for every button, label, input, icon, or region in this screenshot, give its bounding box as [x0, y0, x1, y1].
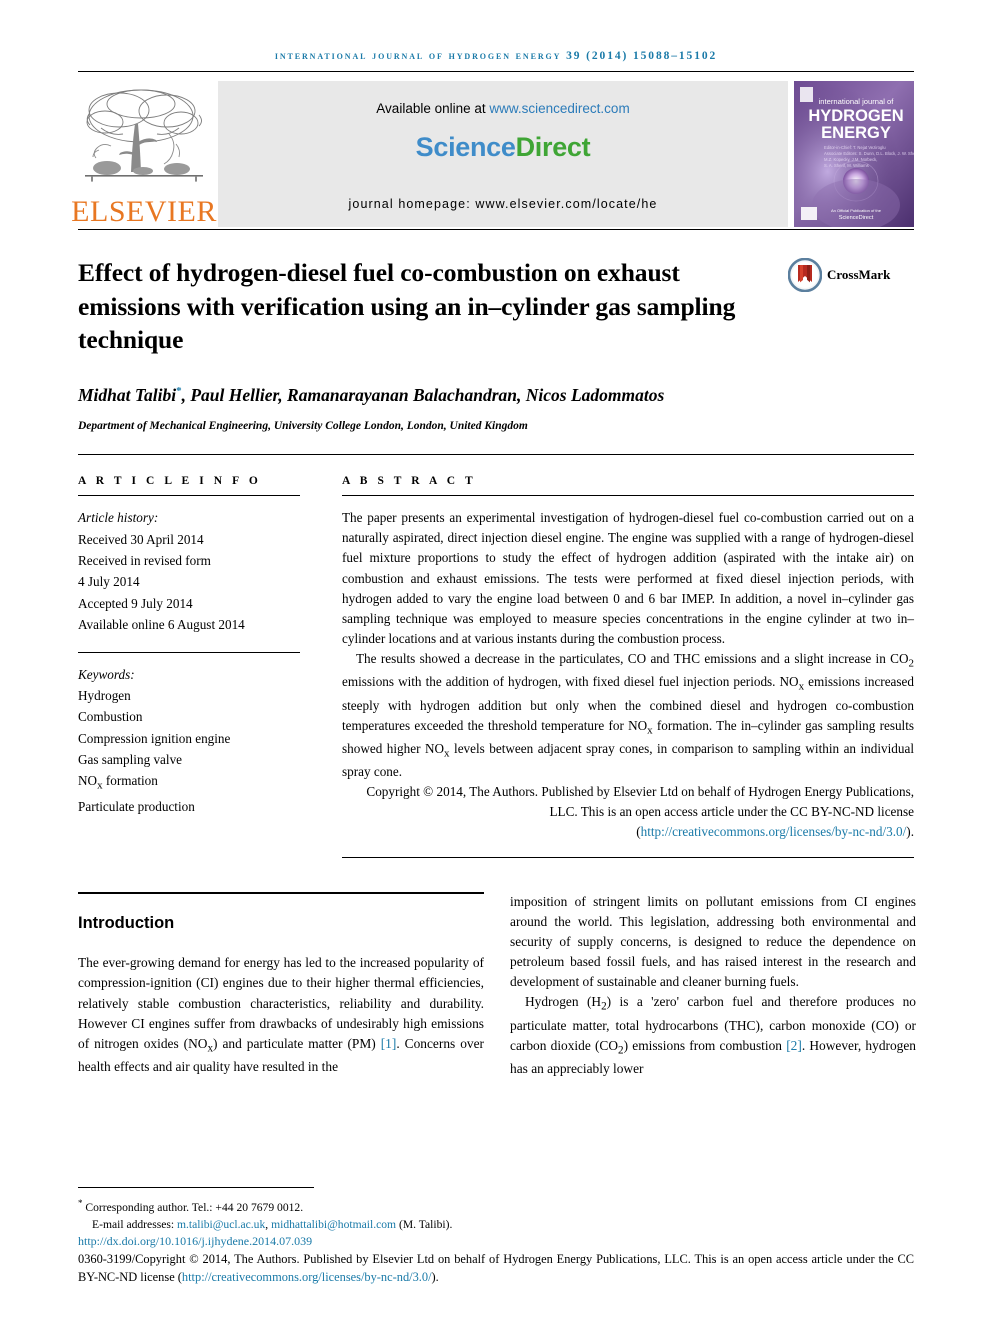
- elsevier-logo: ELSEVIER: [71, 81, 216, 227]
- intro-right-paragraph-2: Hydrogen (H2) is a 'zero' carbon fuel an…: [510, 992, 916, 1079]
- journal-masthead: ELSEVIER Available online at www.science…: [71, 81, 914, 227]
- keyword-item: Combustion: [78, 709, 143, 725]
- history-item: Received in revised form: [78, 553, 211, 569]
- keywords-list: Keywords: Hydrogen Combustion Compressio…: [78, 664, 300, 818]
- sciencedirect-wordmark-direct: Direct: [515, 132, 591, 162]
- sciencedirect-wordmark: ScienceDirect: [416, 132, 591, 163]
- sciencedirect-url-link[interactable]: www.sciencedirect.com: [489, 101, 629, 116]
- available-online-label: Available online at: [376, 101, 490, 116]
- abstract-p2-text: The results showed a decrease in the par…: [342, 650, 914, 780]
- corresponding-author-text: Corresponding author. Tel.: +44 20 7679 …: [82, 1200, 304, 1214]
- masthead-divider: [78, 229, 914, 230]
- author-first: Midhat Talibi: [78, 384, 177, 405]
- issn-cc-license-link[interactable]: http://creativecommons.org/licenses/by-n…: [182, 1270, 432, 1284]
- svg-text:HYDROGEN: HYDROGEN: [808, 107, 903, 125]
- doi-link[interactable]: http://dx.doi.org/10.1016/j.ijhydene.201…: [78, 1234, 914, 1249]
- email-suffix: (M. Talibi).: [396, 1217, 453, 1231]
- header-divider: [78, 71, 914, 72]
- crossmark-badge[interactable]: CrossMark: [788, 258, 914, 292]
- journal-cover-thumbnail: international journal of HYDROGEN ENERGY…: [794, 81, 914, 227]
- info-abstract-section: A R T I C L E I N F O Article history: R…: [78, 475, 914, 858]
- intro-left-paragraph: The ever-growing demand for energy has l…: [78, 953, 484, 1077]
- citation-link-2[interactable]: [2]: [786, 1038, 802, 1053]
- footnote-rule: [78, 1186, 314, 1188]
- issn-copyright-line: 0360-3199/Copyright © 2014, The Authors.…: [78, 1251, 914, 1287]
- issn-text-b: ).: [431, 1270, 439, 1285]
- affiliation: Department of Mechanical Engineering, Un…: [78, 420, 528, 433]
- crossmark-icon: [788, 258, 822, 292]
- body-column-left: Introduction The ever-growing demand for…: [78, 891, 484, 1080]
- email-link-secondary[interactable]: midhattalibi@hotmail.com: [271, 1218, 396, 1231]
- svg-text:ScienceDirect: ScienceDirect: [839, 215, 874, 221]
- crossmark-label: CrossMark: [827, 267, 891, 282]
- introduction-rule: [78, 891, 484, 894]
- journal-homepage-text: journal homepage: www.elsevier.com/locat…: [348, 197, 658, 211]
- abstract-copyright: Copyright © 2014, The Authors. Published…: [342, 782, 914, 842]
- sciencedirect-wordmark-science: Science: [415, 132, 516, 162]
- keyword-item: Particulate production: [78, 798, 195, 814]
- article-history-label: Article history:: [78, 510, 159, 526]
- email-link-primary[interactable]: m.talibi@ucl.ac.uk: [177, 1218, 265, 1231]
- journal-cover-image: international journal of HYDROGEN ENERGY…: [794, 81, 914, 227]
- copyright-end: ).: [906, 824, 914, 840]
- svg-text:An Official Publication of the: An Official Publication of the: [831, 208, 882, 213]
- history-item: Received 30 April 2014: [78, 531, 204, 547]
- page-title: Effect of hydrogen-diesel fuel co-combus…: [78, 258, 736, 355]
- article-info-heading: A R T I C L E I N F O: [78, 475, 262, 488]
- history-item: Accepted 9 July 2014: [78, 595, 193, 611]
- title-block: Effect of hydrogen-diesel fuel co-combus…: [78, 256, 914, 432]
- cc-license-link[interactable]: http://creativecommons.org/licenses/by-n…: [641, 824, 907, 839]
- elsevier-wordmark: ELSEVIER: [71, 195, 217, 228]
- abstract-paragraph-2: The results showed a decrease in the par…: [342, 649, 914, 783]
- abstract-column: A B S T R A C T The paper presents an ex…: [342, 475, 914, 858]
- corresponding-author-note: * Corresponding author. Tel.: +44 20 767…: [78, 1197, 914, 1216]
- abstract-body: The paper presents an experimental inves…: [342, 508, 914, 842]
- available-online-text: Available online at www.sciencedirect.co…: [376, 101, 629, 116]
- abstract-end-rule: [342, 856, 914, 858]
- svg-text:ENERGY: ENERGY: [821, 124, 891, 142]
- svg-text:Associate Editors: S. Dunn, D: Associate Editors: S. Dunn, D.L. Block, …: [824, 151, 914, 156]
- elsevier-tree-icon: [85, 89, 203, 182]
- article-body: Introduction The ever-growing demand for…: [78, 891, 916, 1080]
- article-page: International Journal of Hydrogen Energy…: [0, 0, 992, 1323]
- sciencedirect-banner: Available online at www.sciencedirect.co…: [218, 81, 788, 227]
- running-head: International Journal of Hydrogen Energy…: [274, 50, 718, 62]
- svg-text:S. A. Sherif, M. Williams: S. A. Sherif, M. Williams: [824, 163, 869, 168]
- history-item: 4 July 2014: [78, 574, 140, 590]
- body-column-right: imposition of stringent limits on pollut…: [510, 892, 916, 1080]
- svg-text:international journal of: international journal of: [819, 97, 895, 106]
- keywords-rule: [78, 651, 300, 653]
- email-note: E-mail addresses: m.talibi@ucl.ac.uk, mi…: [78, 1216, 914, 1233]
- history-item: Available online 6 August 2014: [78, 617, 245, 633]
- svg-text:Editor-in-Chief: T. Nejat Vez: Editor-in-Chief: T. Nejat Veziroglu: [824, 145, 886, 150]
- keyword-item: Gas sampling valve: [78, 752, 183, 768]
- keyword-item: NOx formation: [78, 770, 300, 795]
- keywords-label: Keywords:: [78, 666, 135, 682]
- article-info-rule: [78, 495, 300, 497]
- title-divider: [78, 454, 914, 456]
- introduction-heading: Introduction: [78, 913, 175, 932]
- abstract-heading: A B S T R A C T: [342, 475, 477, 488]
- article-info-column: A R T I C L E I N F O Article history: R…: [78, 475, 300, 857]
- intro-right-paragraph-1: imposition of stringent limits on pollut…: [510, 893, 916, 989]
- keyword-item: Hydrogen: [78, 687, 131, 703]
- abstract-rule: [342, 495, 914, 497]
- citation-link-1[interactable]: [1]: [381, 1036, 397, 1051]
- email-label: E-mail addresses:: [92, 1217, 177, 1231]
- article-history: Article history: Received 30 April 2014 …: [78, 507, 300, 635]
- page-footer: * Corresponding author. Tel.: +44 20 767…: [78, 1186, 914, 1287]
- keyword-item: Compression ignition engine: [78, 730, 231, 746]
- author-list: Midhat Talibi*, Paul Hellier, Ramanaraya…: [78, 383, 784, 408]
- abstract-paragraph-1: The paper presents an experimental inves…: [342, 510, 914, 646]
- keyword-nox-text: NOx formation: [78, 773, 158, 793]
- author-rest: , Paul Hellier, Ramanarayanan Balachandr…: [181, 384, 665, 405]
